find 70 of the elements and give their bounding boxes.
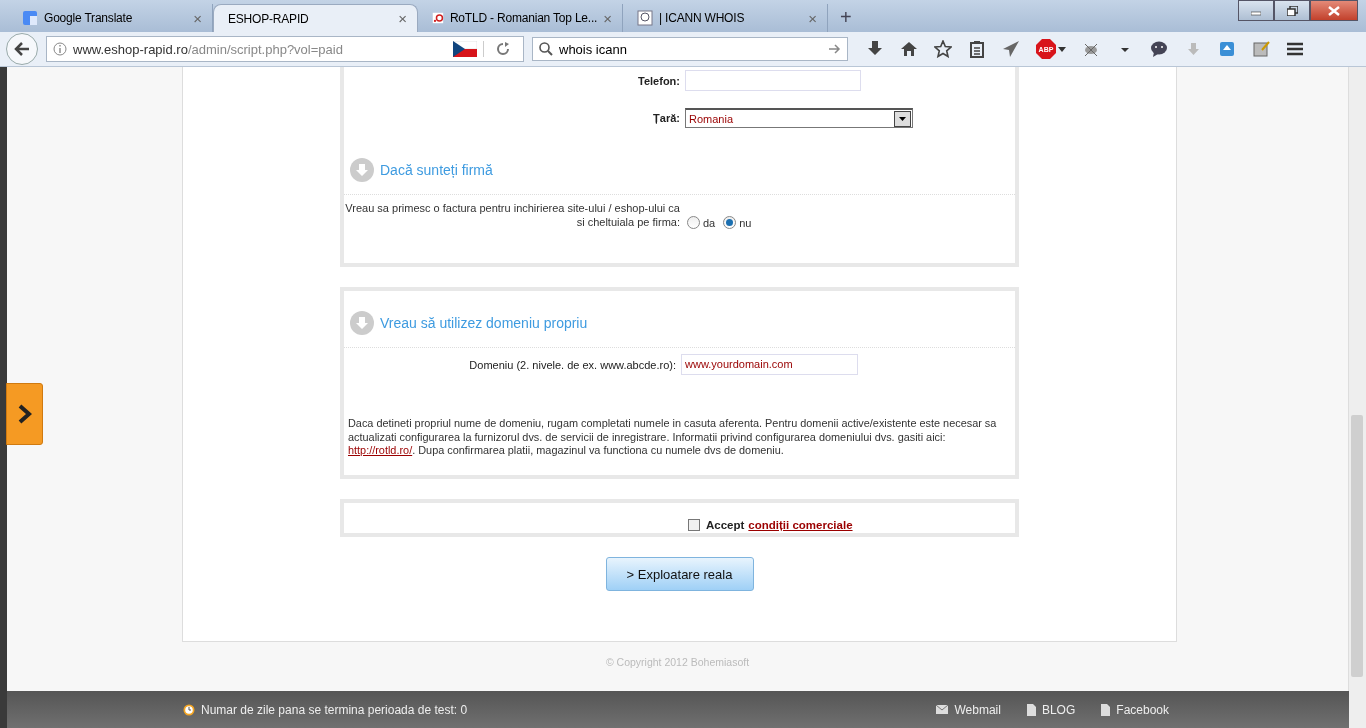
notepad-icon[interactable] <box>1252 40 1270 58</box>
back-button[interactable] <box>6 33 38 65</box>
field-label: Domeniu (2. nivele. de ex. www.abcde.ro): <box>468 358 677 371</box>
section-title: Dacă sunteți firmă <box>380 162 493 178</box>
url-text: www.eshop-rapid.ro/admin/script.php?vol=paid <box>73 41 344 57</box>
close-tab-button[interactable]: × <box>398 10 407 27</box>
restore-icon <box>1286 5 1298 16</box>
download-icon[interactable] <box>866 40 884 58</box>
upload-icon[interactable] <box>1218 40 1236 58</box>
search-field[interactable]: whois icann <box>532 37 848 61</box>
info-paragraph: Daca detineti propriul nume de domeniu, rugam completati numele in casuta aferenta. Pentru domenii active/existente este necesar sa actualizati configurarea la furnizorul dvs. de servicii de inregistrare. Informatii privind configurarea domeniului dvs. gasiti aici: http://rotld.ro/. Dupa confirmarea platii, magazinul va functiona cu numele dvs de domeniu. <box>347 417 998 458</box>
dropdown-value: Romania <box>689 112 735 125</box>
tab-title: | ICANN WHOIS <box>659 11 746 25</box>
footer-link[interactable]: Webmail <box>954 702 1001 717</box>
tab-title: RoTLD - Romanian Top Le... <box>449 11 598 25</box>
browser-tab[interactable]: ESHOP-RAPID × <box>213 4 418 32</box>
radio-label: da <box>703 217 716 229</box>
site-icon <box>432 10 444 26</box>
home-icon[interactable] <box>900 40 918 58</box>
accept-checkbox[interactable] <box>688 519 700 531</box>
country-dropdown[interactable]: Romania <box>685 108 913 128</box>
new-tab-button[interactable]: + <box>828 4 864 32</box>
close-tab-button[interactable]: × <box>193 9 202 27</box>
search-text: whois icann <box>559 41 628 57</box>
trial-text: Numar de zile pana se termina perioada de test: 0 <box>201 702 468 717</box>
envelope-icon <box>936 705 949 714</box>
restore-button[interactable] <box>1274 0 1310 21</box>
radio-button[interactable] <box>687 216 700 229</box>
question-text: Vreau sa primesc o factura pentru inchirierea site-ului / eshop-ului ca si cheltuiala pe firma: <box>344 201 681 229</box>
accept-label: Accept <box>706 519 745 531</box>
field-label: Telefon: <box>637 74 681 87</box>
tab-title: Google Translate <box>44 11 134 25</box>
caret-icon <box>899 116 906 121</box>
speech-bubble-icon[interactable] <box>1150 40 1168 58</box>
document-icon <box>1026 703 1036 716</box>
close-tab-button[interactable]: × <box>603 9 612 27</box>
info-icon <box>53 42 67 56</box>
side-panel-toggle[interactable] <box>6 383 43 445</box>
footer-link[interactable]: Facebook <box>1116 702 1169 717</box>
flag-icon <box>453 41 477 57</box>
terms-link[interactable]: condiții comerciale <box>748 519 853 531</box>
copyright-text: © Copyright 2012 Bohemiasoft <box>605 656 750 668</box>
radio-button[interactable] <box>723 216 737 229</box>
clipboard-icon[interactable] <box>968 40 986 58</box>
rotld-link[interactable]: http://rotld.ro/ <box>348 444 413 456</box>
tab-title: ESHOP-RAPID <box>228 11 310 26</box>
domain-field[interactable]: www.yourdomain.com <box>681 354 858 375</box>
menu-icon[interactable] <box>1286 40 1304 58</box>
close-tab-button[interactable]: × <box>808 9 817 27</box>
caret-icon <box>1058 46 1066 52</box>
paper-plane-icon[interactable] <box>1002 40 1020 58</box>
footer-link[interactable]: BLOG <box>1041 702 1076 717</box>
document-icon <box>1101 703 1111 716</box>
close-window-button[interactable] <box>1310 0 1358 21</box>
field-label: Țară: <box>652 112 681 124</box>
go-arrow-icon[interactable] <box>829 44 841 54</box>
address-bar[interactable]: www.eshop-rapid.ro/admin/script.php?vol=paid <box>46 36 524 62</box>
phone-field[interactable] <box>685 70 861 91</box>
submit-button[interactable]: > Exploatare reala <box>605 557 754 591</box>
clock-icon <box>183 703 195 716</box>
star-icon[interactable] <box>934 40 952 58</box>
back-arrow-icon <box>14 42 30 56</box>
search-icon <box>539 42 553 56</box>
scrollbar-thumb[interactable] <box>1351 415 1363 677</box>
close-icon <box>1328 5 1340 16</box>
minimize-button[interactable] <box>1238 0 1274 21</box>
chevron-right-icon <box>17 404 32 424</box>
radio-label: nu <box>739 217 752 229</box>
globe-icon <box>637 10 653 26</box>
section-title: Vreau să utilizez domeniu propriu <box>380 315 588 331</box>
